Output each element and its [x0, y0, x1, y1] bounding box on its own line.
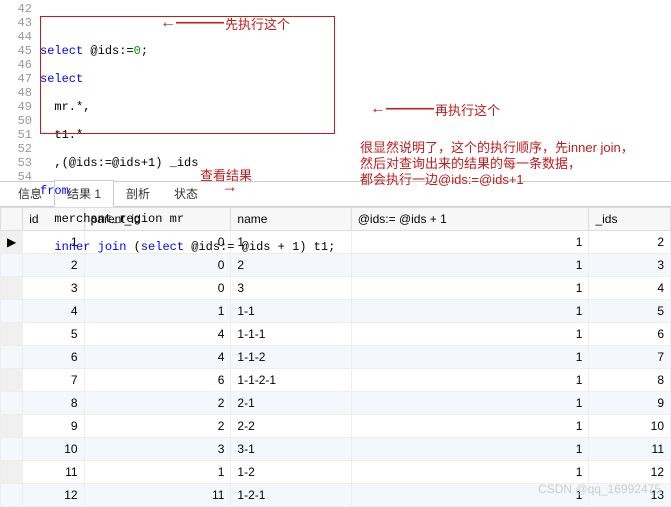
row-selector[interactable] — [1, 346, 23, 369]
arrow-down-icon: ↓ — [221, 185, 239, 193]
cell-ids[interactable]: 7 — [589, 346, 671, 369]
cell-name[interactable]: 1-1-2 — [231, 346, 351, 369]
line-number: 44 — [0, 30, 32, 44]
cell-parent_id[interactable]: 11 — [84, 484, 231, 507]
code-text: mr.*, — [40, 100, 90, 114]
cell-parent_id[interactable]: 4 — [84, 323, 231, 346]
kw-from: from — [40, 184, 69, 198]
cell-e[interactable]: 1 — [351, 392, 589, 415]
cell-name[interactable]: 3-1 — [231, 438, 351, 461]
line-number: 42 — [0, 2, 32, 16]
arrow-icon: ←——— — [370, 100, 434, 118]
cell-ids[interactable]: 10 — [589, 415, 671, 438]
code-text: ; — [141, 44, 148, 58]
cell-name[interactable]: 2-1 — [231, 392, 351, 415]
line-number: 50 — [0, 114, 32, 128]
cell-ids[interactable]: 5 — [589, 300, 671, 323]
kw-select: select — [40, 44, 83, 58]
watermark: CSDN @qq_16992475 — [538, 482, 661, 496]
row-selector[interactable] — [1, 369, 23, 392]
line-number: 45 — [0, 44, 32, 58]
line-number: 47 — [0, 72, 32, 86]
cell-id[interactable]: 11 — [23, 461, 84, 484]
table-row[interactable]: 1033-1111 — [1, 438, 671, 461]
kw-select: select — [40, 72, 83, 86]
cell-id[interactable]: 9 — [23, 415, 84, 438]
line-number: 46 — [0, 58, 32, 72]
table-row[interactable]: 922-2110 — [1, 415, 671, 438]
line-number: 43 — [0, 16, 32, 30]
cell-id[interactable]: 7 — [23, 369, 84, 392]
code-text — [40, 240, 54, 254]
row-selector[interactable] — [1, 392, 23, 415]
cell-e[interactable]: 1 — [351, 438, 589, 461]
code-text: @ids:= — [83, 44, 133, 58]
cell-e[interactable]: 1 — [351, 369, 589, 392]
code-text: t1.* — [40, 128, 83, 142]
cell-parent_id[interactable]: 1 — [84, 461, 231, 484]
line-number: 51 — [0, 128, 32, 142]
cell-ids[interactable]: 9 — [589, 392, 671, 415]
cell-name[interactable]: 1-2-1 — [231, 484, 351, 507]
line-number: 48 — [0, 86, 32, 100]
row-selector[interactable] — [1, 277, 23, 300]
row-selector-header — [1, 208, 23, 231]
cell-e[interactable]: 1 — [351, 415, 589, 438]
row-selector[interactable] — [1, 438, 23, 461]
cell-ids[interactable]: 8 — [589, 369, 671, 392]
cell-e[interactable]: 1 — [351, 461, 589, 484]
cell-parent_id[interactable]: 4 — [84, 346, 231, 369]
table-row[interactable]: 411-115 — [1, 300, 671, 323]
cell-id[interactable]: 10 — [23, 438, 84, 461]
cell-name[interactable]: 1-1-1 — [231, 323, 351, 346]
arrow-icon: ←——— — [160, 14, 224, 32]
code-text: @ids:= @ids + 1) t1; — [184, 240, 335, 254]
kw-inner: inner — [54, 240, 90, 254]
num-zero: 0 — [134, 44, 141, 58]
row-selector[interactable] — [1, 300, 23, 323]
line-number: 49 — [0, 100, 32, 114]
table-row[interactable]: 641-1-217 — [1, 346, 671, 369]
code-text: ,(@ids:=@ids+1) _ids — [40, 156, 198, 170]
cell-e[interactable]: 1 — [351, 323, 589, 346]
cell-ids[interactable]: 6 — [589, 323, 671, 346]
table-row[interactable]: 541-1-116 — [1, 323, 671, 346]
line-gutter: 42434445464748495051525354 — [0, 0, 40, 181]
cell-name[interactable]: 1-1-2-1 — [231, 369, 351, 392]
cell-name[interactable]: 2-2 — [231, 415, 351, 438]
code-text: merchant_region mr — [40, 212, 184, 226]
cell-name[interactable]: 1-1 — [231, 300, 351, 323]
table-row[interactable]: 822-119 — [1, 392, 671, 415]
row-selector[interactable] — [1, 484, 23, 507]
cell-ids[interactable]: 12 — [589, 461, 671, 484]
table-row[interactable]: 761-1-2-118 — [1, 369, 671, 392]
cell-id[interactable]: 8 — [23, 392, 84, 415]
line-number: 53 — [0, 156, 32, 170]
row-selector[interactable] — [1, 323, 23, 346]
code-editor[interactable]: 42434445464748495051525354 select @ids:=… — [0, 0, 671, 182]
cell-parent_id[interactable]: 2 — [84, 415, 231, 438]
kw-select: select — [141, 240, 184, 254]
kw-join: join — [98, 240, 127, 254]
cell-parent_id[interactable]: 2 — [84, 392, 231, 415]
cell-ids[interactable]: 11 — [589, 438, 671, 461]
row-selector[interactable]: ▶ — [1, 231, 23, 254]
code-area[interactable]: select @ids:=0; select mr.*, t1.* ,(@ids… — [40, 0, 671, 181]
cell-id[interactable]: 12 — [23, 484, 84, 507]
cell-parent_id[interactable]: 1 — [84, 300, 231, 323]
table-row[interactable]: 1111-2112 — [1, 461, 671, 484]
row-selector[interactable] — [1, 415, 23, 438]
cell-id[interactable]: 6 — [23, 346, 84, 369]
cell-id[interactable]: 4 — [23, 300, 84, 323]
cell-e[interactable]: 1 — [351, 346, 589, 369]
cell-e[interactable]: 1 — [351, 300, 589, 323]
row-selector[interactable] — [1, 254, 23, 277]
cell-parent_id[interactable]: 6 — [84, 369, 231, 392]
line-number: 52 — [0, 142, 32, 156]
cell-name[interactable]: 1-2 — [231, 461, 351, 484]
cell-parent_id[interactable]: 3 — [84, 438, 231, 461]
row-selector[interactable] — [1, 461, 23, 484]
cell-id[interactable]: 5 — [23, 323, 84, 346]
